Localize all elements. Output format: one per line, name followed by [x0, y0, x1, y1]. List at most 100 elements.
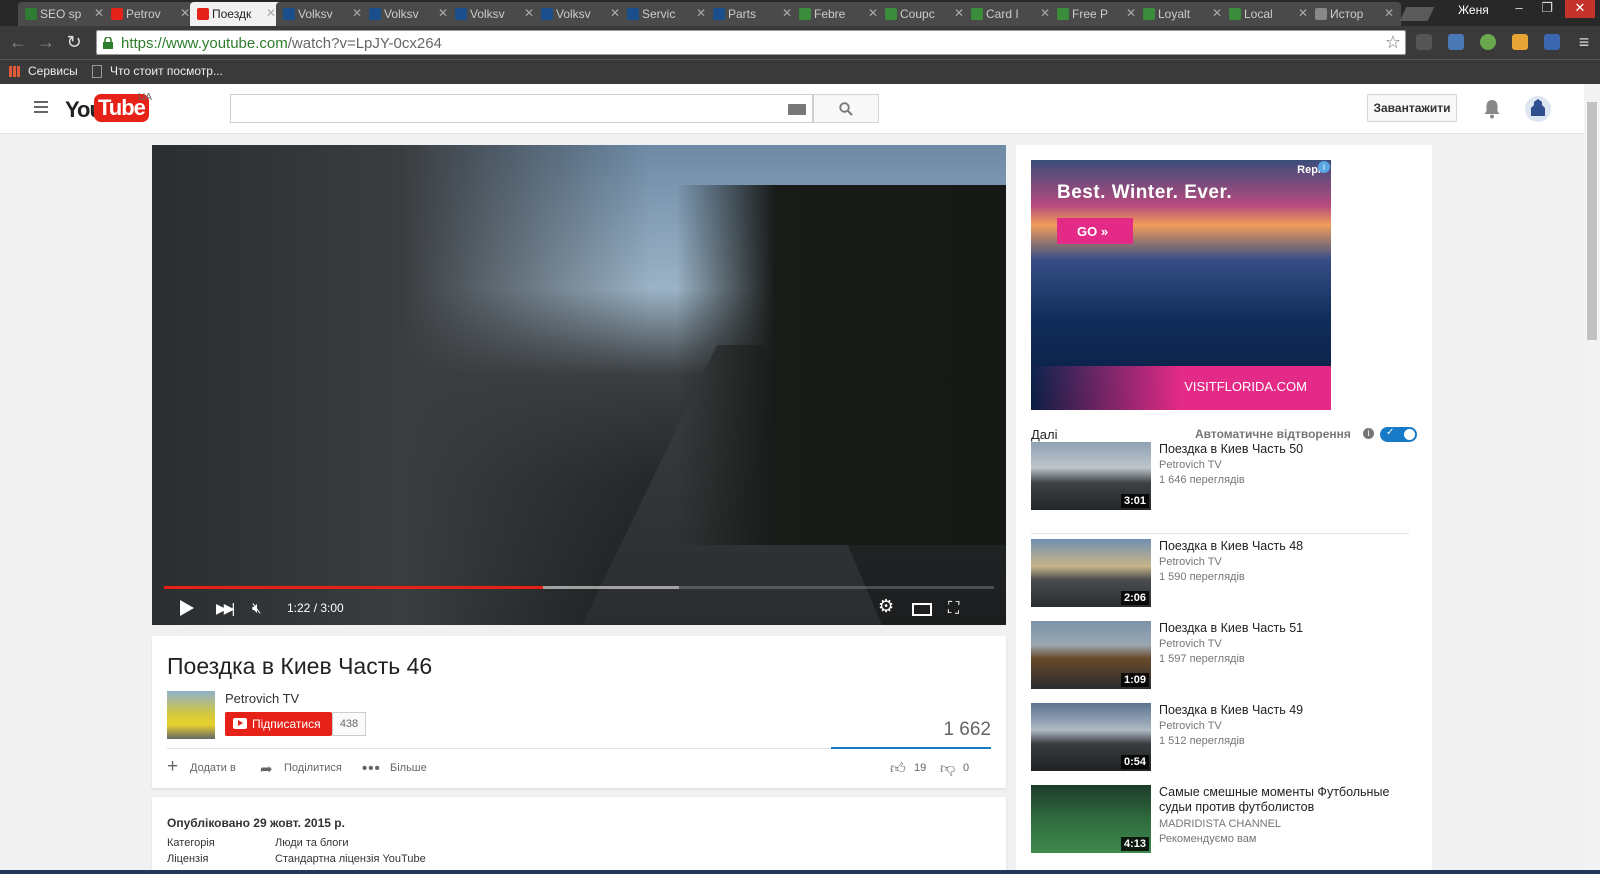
page-scrollbar[interactable] — [1584, 84, 1600, 874]
browser-tab[interactable]: Loyalt ✕ — [1136, 2, 1229, 26]
dislike-icon[interactable]: 👎︎ — [940, 760, 955, 778]
tab-close-icon[interactable]: ✕ — [1212, 6, 1222, 20]
tab-close-icon[interactable]: ✕ — [266, 6, 276, 20]
add-icon[interactable]: + — [167, 756, 178, 778]
new-tab-button[interactable] — [1399, 7, 1435, 21]
browser-tab[interactable]: Local ✕ — [1222, 2, 1315, 26]
browser-tab[interactable]: Card I ✕ — [964, 2, 1057, 26]
related-video-title[interactable]: Поездка в Киев Часть 51 — [1159, 621, 1411, 636]
extension-icon[interactable] — [1544, 34, 1560, 50]
tab-close-icon[interactable]: ✕ — [438, 6, 448, 20]
related-video-title[interactable]: Поездка в Киев Часть 50 — [1159, 442, 1411, 457]
tab-close-icon[interactable]: ✕ — [94, 6, 104, 20]
extension-icon[interactable] — [1448, 34, 1464, 50]
subscribe-button[interactable]: Підписатися — [225, 712, 332, 736]
browser-tab[interactable]: Volksv ✕ — [362, 2, 455, 26]
autoplay-info-icon[interactable]: i — [1363, 428, 1374, 439]
related-video-item[interactable]: 3:01 Поездка в Киев Часть 50 Petrovich TV 1… — [1031, 442, 1411, 510]
ad-info-icon[interactable]: i — [1318, 161, 1330, 173]
scrollbar-thumb[interactable] — [1587, 102, 1597, 340]
related-video-title[interactable]: Поездка в Киев Часть 49 — [1159, 703, 1411, 718]
browser-tab[interactable]: Истор ✕ — [1308, 2, 1401, 26]
progress-bar[interactable] — [164, 586, 994, 589]
tab-close-icon[interactable]: ✕ — [1040, 6, 1050, 20]
related-video-thumbnail[interactable]: 3:01 — [1031, 442, 1151, 510]
browser-tab[interactable]: Coupc ✕ — [878, 2, 971, 26]
browser-tab[interactable]: Free P ✕ — [1050, 2, 1143, 26]
browser-tab[interactable]: Servic ✕ — [620, 2, 713, 26]
share-button[interactable]: Поділитися — [284, 762, 342, 774]
extension-icon[interactable] — [1416, 34, 1432, 50]
minimize-icon[interactable]: – — [1507, 0, 1531, 18]
address-bar[interactable]: https://www.youtube.com/watch?v=LpJY-0cx… — [96, 30, 1406, 55]
bookmark-apps[interactable]: Сервисы — [28, 64, 78, 78]
browser-tab[interactable]: Volksv ✕ — [534, 2, 627, 26]
share-icon[interactable]: ➦ — [260, 760, 273, 778]
related-video-title[interactable]: Поездка в Киев Часть 48 — [1159, 539, 1411, 554]
like-icon[interactable]: 👍︎ — [890, 760, 906, 778]
tab-close-icon[interactable]: ✕ — [180, 6, 190, 20]
browser-tab[interactable]: Volksv ✕ — [276, 2, 369, 26]
upload-button[interactable]: Завантажити — [1367, 94, 1457, 122]
more-icon[interactable]: ••• — [362, 760, 381, 777]
autoplay-toggle[interactable]: ✓ — [1380, 427, 1417, 442]
ad-cta-button[interactable]: GO » — [1057, 218, 1133, 244]
browser-tab[interactable]: Volksv ✕ — [448, 2, 541, 26]
related-video-item[interactable]: 1:09 Поездка в Киев Часть 51 Petrovich TV 1… — [1031, 621, 1411, 689]
theater-mode-icon[interactable] — [912, 603, 932, 616]
tab-close-icon[interactable]: ✕ — [782, 6, 792, 20]
browser-tab[interactable]: Petrov ✕ — [104, 2, 197, 26]
next-video-icon[interactable]: ▶▶| — [216, 600, 235, 617]
search-button[interactable] — [813, 94, 879, 123]
related-video-item[interactable]: 0:54 Поездка в Киев Часть 49 Petrovich TV 1… — [1031, 703, 1411, 771]
tab-close-icon[interactable]: ✕ — [1384, 6, 1394, 20]
bookmark-folder[interactable]: Что стоит посмотр... — [110, 64, 223, 78]
related-video-thumbnail[interactable]: 1:09 — [1031, 621, 1151, 689]
channel-name[interactable]: Petrovich TV — [225, 691, 299, 706]
related-video-thumbnail[interactable]: 0:54 — [1031, 703, 1151, 771]
reload-icon[interactable]: ↻ — [64, 32, 84, 52]
related-video-thumbnail[interactable]: 2:06 — [1031, 539, 1151, 607]
play-icon[interactable] — [180, 600, 194, 616]
guide-menu-icon[interactable] — [34, 101, 48, 113]
mute-icon[interactable]: 🔇︎ — [252, 600, 261, 617]
more-button[interactable]: Більше — [390, 762, 427, 774]
related-video-thumbnail[interactable]: 4:13 — [1031, 785, 1151, 853]
browser-tab[interactable]: Febre ✕ — [792, 2, 885, 26]
extension-icon[interactable] — [1512, 34, 1528, 50]
tab-close-icon[interactable]: ✕ — [868, 6, 878, 20]
tab-close-icon[interactable]: ✕ — [1298, 6, 1308, 20]
display-ad[interactable]: Best. Winter. Ever. GO » VISITFLORIDA.CO… — [1031, 160, 1331, 410]
search-input[interactable] — [230, 94, 813, 123]
add-to-button[interactable]: Додати в — [190, 762, 236, 774]
browser-tab[interactable]: Parts ✕ — [706, 2, 799, 26]
tab-close-icon[interactable]: ✕ — [1126, 6, 1136, 20]
related-video-title[interactable]: Самые смешные моменты Футбольные судьи п… — [1159, 785, 1411, 815]
keyboard-icon[interactable] — [788, 104, 806, 115]
settings-gear-icon[interactable]: ⚙ — [878, 596, 894, 617]
restore-icon[interactable]: ❐ — [1535, 0, 1559, 18]
license-value[interactable]: Стандартна ліцензія YouTube — [275, 853, 426, 865]
close-window-icon[interactable]: ✕ — [1565, 0, 1595, 18]
tab-close-icon[interactable]: ✕ — [954, 6, 964, 20]
video-player[interactable]: ▶▶| 🔇︎ 1:22 / 3:00 ⚙ ⛶ — [152, 145, 1006, 625]
related-video-item[interactable]: 4:13 Самые смешные моменты Футбольные суд… — [1031, 785, 1411, 853]
notifications-bell-icon[interactable] — [1483, 99, 1501, 119]
back-icon[interactable]: ← — [8, 32, 28, 52]
account-avatar[interactable] — [1525, 96, 1551, 122]
tab-close-icon[interactable]: ✕ — [696, 6, 706, 20]
extension-icon[interactable] — [1480, 34, 1496, 50]
forward-icon[interactable]: → — [36, 32, 56, 52]
chrome-menu-icon[interactable]: ≡ — [1574, 32, 1594, 52]
fullscreen-icon[interactable]: ⛶ — [948, 600, 959, 618]
channel-thumbnail[interactable] — [167, 691, 215, 739]
profile-name[interactable]: Женя — [1458, 3, 1489, 17]
category-value[interactable]: Люди та блоги — [275, 837, 349, 849]
browser-tab[interactable]: Поездк ✕ — [190, 2, 283, 26]
browser-tab[interactable]: SEO sp ✕ — [18, 2, 111, 26]
tab-close-icon[interactable]: ✕ — [610, 6, 620, 20]
bookmark-star-icon[interactable]: ☆ — [1385, 32, 1401, 53]
related-video-item[interactable]: 2:06 Поездка в Киев Часть 48 Petrovich TV 1… — [1031, 539, 1411, 607]
tab-close-icon[interactable]: ✕ — [524, 6, 534, 20]
tab-close-icon[interactable]: ✕ — [352, 6, 362, 20]
